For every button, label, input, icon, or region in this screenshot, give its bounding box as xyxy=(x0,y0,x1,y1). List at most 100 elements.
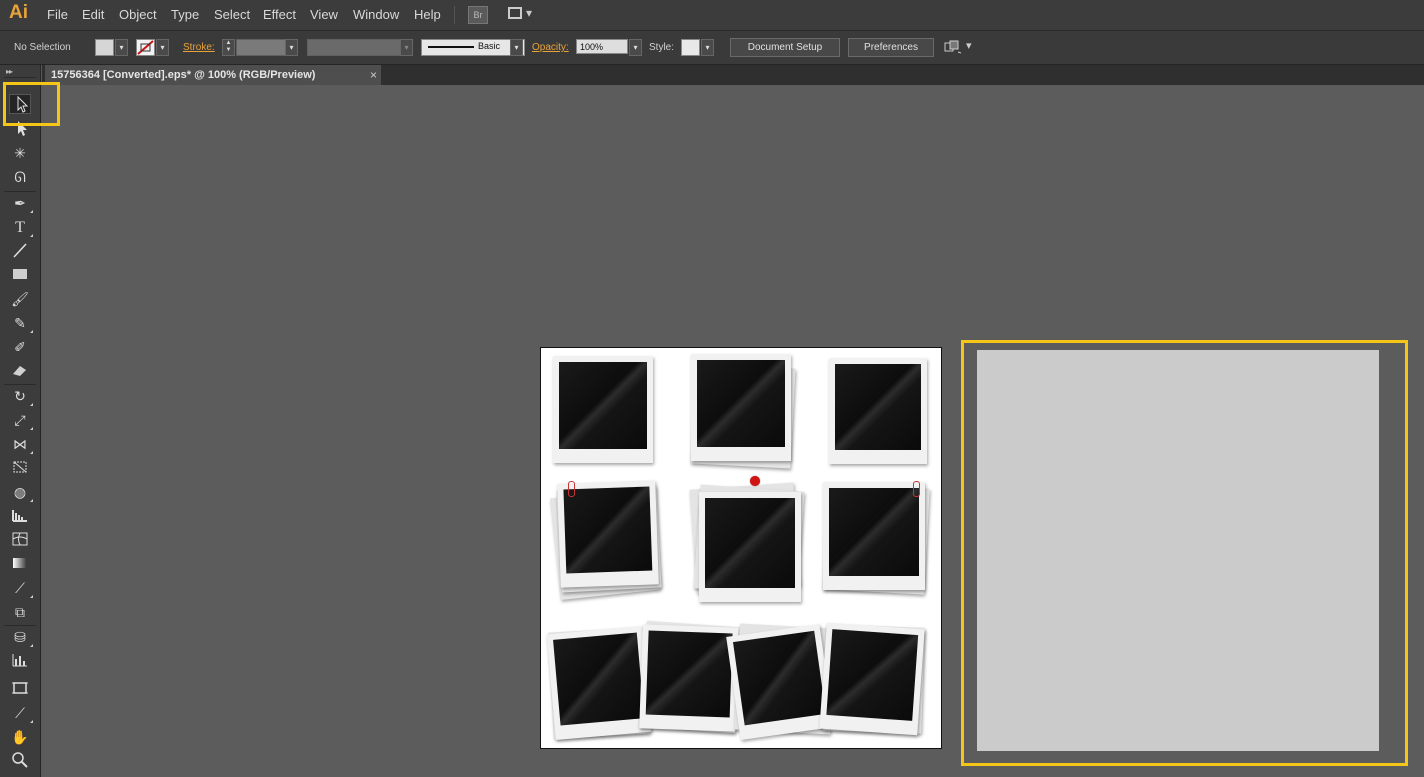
close-icon[interactable]: × xyxy=(370,65,377,85)
perspective-grid-icon xyxy=(12,510,27,522)
blob-brush-tool[interactable]: ✐ xyxy=(9,337,31,357)
zoom-icon xyxy=(12,752,28,768)
line-segment-icon xyxy=(13,243,27,258)
stroke-weight-stepper[interactable]: ▲ ▼ xyxy=(222,39,235,56)
polaroid-frame[interactable] xyxy=(691,354,791,461)
push-pin-icon xyxy=(750,476,760,486)
polaroid-frame[interactable] xyxy=(819,622,925,736)
opacity-field[interactable]: 100% xyxy=(576,39,628,54)
photo-area xyxy=(697,360,785,447)
eraser-icon xyxy=(13,366,26,376)
hand-tool[interactable]: ✋ xyxy=(9,727,31,747)
rotate-tool[interactable]: ↻ xyxy=(9,386,33,406)
toolbar-divider xyxy=(4,384,36,385)
paperclip-icon xyxy=(568,481,575,497)
arrange-documents-icon xyxy=(508,7,522,19)
photo-area xyxy=(645,630,733,718)
lasso-tool[interactable]: ᘏ xyxy=(9,167,31,187)
menu-help[interactable]: Help xyxy=(414,7,441,22)
artboard-tool[interactable] xyxy=(9,679,31,699)
opacity-label[interactable]: Opacity: xyxy=(532,42,569,53)
stroke-weight-dropdown[interactable]: ▾ xyxy=(285,39,298,56)
type-icon: T xyxy=(15,219,25,236)
control-bar: No Selection ▾ ▾ Stroke: ▲ ▼ ▾ ▾ Basic ▾ … xyxy=(0,31,1424,65)
gradient-tool[interactable] xyxy=(9,554,31,574)
pen-icon: ✒ xyxy=(14,195,26,211)
menu-effect[interactable]: Effect xyxy=(263,7,296,22)
stroke-weight-field[interactable] xyxy=(236,39,286,56)
mesh-tool[interactable] xyxy=(9,530,31,550)
menu-edit[interactable]: Edit xyxy=(82,7,104,22)
slice-tool[interactable]: ⟋ xyxy=(9,703,33,723)
symbol-sprayer-tool[interactable]: ⛁ xyxy=(9,627,33,647)
polaroid-frame[interactable] xyxy=(823,482,925,590)
shape-builder-tool[interactable]: ◍ xyxy=(9,482,33,502)
magic-wand-tool[interactable]: ✳ xyxy=(9,143,31,163)
width-tool[interactable]: ⋈ xyxy=(9,434,33,454)
line-segment-tool[interactable] xyxy=(9,241,31,261)
variable-width-profile[interactable] xyxy=(307,39,401,56)
bridge-button[interactable]: Br xyxy=(468,6,488,24)
magic-wand-icon: ✳ xyxy=(14,145,26,161)
menu-separator xyxy=(454,6,455,24)
menu-bar: Ai File Edit Object Type Select Effect V… xyxy=(0,0,1424,31)
polaroid-frame[interactable] xyxy=(546,626,652,740)
photo-area xyxy=(553,632,645,726)
eyedropper-tool[interactable]: ⟋ xyxy=(9,578,33,598)
chevron-down-icon: ▾ xyxy=(966,40,972,52)
blend-tool[interactable]: ⧉ xyxy=(9,602,31,622)
hand-icon: ✋ xyxy=(11,729,29,745)
fill-swatch[interactable] xyxy=(95,39,114,56)
rectangle-tool[interactable] xyxy=(9,265,31,285)
control-panel-menu[interactable]: ▾ xyxy=(944,40,974,55)
document-tab[interactable]: 15756364 [Converted].eps* @ 100% (RGB/Pr… xyxy=(45,65,381,85)
symbol-sprayer-icon: ⛁ xyxy=(14,629,26,645)
photo-area xyxy=(829,488,919,576)
brush-dropdown[interactable]: ▾ xyxy=(510,39,523,56)
menu-window[interactable]: Window xyxy=(353,7,399,22)
arrange-documents-button[interactable]: ▾ xyxy=(508,6,536,22)
stroke-swatch[interactable] xyxy=(136,39,155,56)
tools-panel: ▸▸ ✳ ᘏ ✒ T 🖌 ✎ ✐ ↻ ⤢ ⋈ ◍ ⟋ ⧉ ⛁ ⟋ ✋ xyxy=(0,65,41,777)
pencil-icon: ✎ xyxy=(14,315,26,331)
graphic-style-dropdown[interactable]: ▾ xyxy=(701,39,714,56)
paintbrush-tool[interactable]: 🖌 xyxy=(9,289,31,309)
perspective-grid-tool[interactable] xyxy=(9,506,31,526)
stroke-label[interactable]: Stroke: xyxy=(183,42,215,53)
variable-width-dropdown[interactable]: ▾ xyxy=(400,39,413,56)
menu-file[interactable]: File xyxy=(47,7,68,22)
toolbar-divider xyxy=(4,77,36,78)
menu-select[interactable]: Select xyxy=(214,7,250,22)
pen-tool[interactable]: ✒ xyxy=(9,193,33,213)
menu-type[interactable]: Type xyxy=(171,7,199,22)
menu-view[interactable]: View xyxy=(310,7,338,22)
polaroid-frame[interactable] xyxy=(829,358,927,464)
eraser-tool[interactable] xyxy=(9,361,31,381)
menu-object[interactable]: Object xyxy=(119,7,157,22)
polaroid-frame[interactable] xyxy=(699,492,801,602)
scale-tool[interactable]: ⤢ xyxy=(9,410,33,430)
type-tool[interactable]: T xyxy=(9,217,33,237)
preferences-button[interactable]: Preferences xyxy=(848,38,934,57)
rectangle-icon xyxy=(13,269,27,279)
polaroid-frame[interactable] xyxy=(553,356,653,463)
fill-dropdown[interactable]: ▾ xyxy=(115,39,128,56)
brush-style-label: Basic xyxy=(478,41,501,51)
stroke-swatch-dropdown[interactable]: ▾ xyxy=(156,39,169,56)
zoom-tool[interactable] xyxy=(9,751,31,771)
expand-panel-icon[interactable]: ▸▸ xyxy=(6,67,13,76)
polaroid-frame[interactable] xyxy=(726,623,834,741)
document-setup-button[interactable]: Document Setup xyxy=(730,38,840,57)
gradient-icon xyxy=(13,558,27,568)
photo-area xyxy=(835,364,921,450)
document-tab-bar: 15756364 [Converted].eps* @ 100% (RGB/Pr… xyxy=(42,65,1424,85)
pencil-tool[interactable]: ✎ xyxy=(9,313,33,333)
artboard[interactable] xyxy=(540,347,942,749)
graphic-style-swatch[interactable] xyxy=(681,39,700,56)
mesh-icon xyxy=(12,532,28,546)
polaroid-frame[interactable] xyxy=(639,624,739,732)
free-transform-tool[interactable] xyxy=(9,458,31,478)
opacity-dropdown[interactable]: ▾ xyxy=(629,39,642,56)
photo-area xyxy=(563,486,653,574)
column-graph-tool[interactable] xyxy=(9,651,31,671)
